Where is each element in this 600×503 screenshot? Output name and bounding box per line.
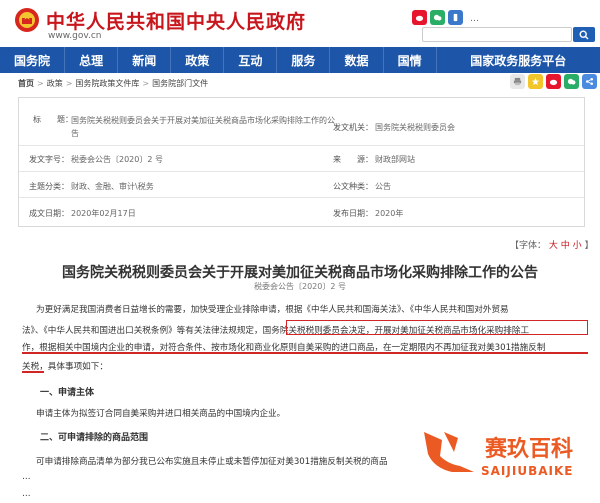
breadcrumb-separator: > bbox=[65, 79, 73, 88]
breadcrumb-policy[interactable]: 政策 bbox=[47, 78, 63, 89]
source-value: 财政部网站 bbox=[375, 155, 415, 164]
pubdate-value: 2020年 bbox=[375, 209, 404, 218]
font-size-switch: 【字体： 大 中 小 】 bbox=[510, 238, 594, 251]
paragraph-line: … bbox=[22, 472, 31, 482]
pubdate-label: 发布日期： bbox=[333, 209, 373, 218]
breadcrumb: 首页 > 政策 > 国务院政策文件库 > 国务院部门文件 bbox=[18, 78, 208, 89]
paragraph-line: 为更好满足我国消费者日益增长的需要，加快受理企业排除申请，根据《中华人民共和国海… bbox=[36, 305, 509, 315]
info-row-date: 成文日期： 2020年02月17日 发布日期： 2020年 bbox=[19, 198, 584, 226]
paragraph-line: … bbox=[22, 489, 31, 499]
header-links[interactable]: … bbox=[470, 14, 479, 24]
nav-item-fuwu[interactable]: 服务 bbox=[277, 47, 331, 73]
nav-item-zongli[interactable]: 总理 bbox=[65, 47, 119, 73]
title-value: 国务院关税税则委员会关于开展对美加征关税商品市场化采购排除工作的公告 bbox=[71, 116, 335, 138]
breadcrumb-separator: > bbox=[142, 79, 150, 88]
nav-item-zhengce[interactable]: 政策 bbox=[171, 47, 225, 73]
nav-item-xinwen[interactable]: 新闻 bbox=[118, 47, 172, 73]
article-title: 国务院关税税则委员会关于开展对美加征关税商品市场化采购排除工作的公告 bbox=[62, 265, 538, 281]
source-label: 来 源： bbox=[333, 155, 373, 164]
type-label: 公文种类： bbox=[333, 182, 373, 191]
breadcrumb-share-icons bbox=[510, 74, 597, 89]
share-icon[interactable] bbox=[582, 74, 597, 89]
title-label: 标 题： bbox=[33, 115, 73, 124]
font-size-large[interactable]: 大 bbox=[549, 241, 558, 251]
nav-item-service-platform[interactable]: 国家政务服务平台 bbox=[437, 47, 600, 73]
watermark-subtext: SAIJIUBAIKE bbox=[481, 464, 574, 478]
article-docno: 税委会公告〔2020〕2 号 bbox=[254, 282, 346, 291]
font-size-label: 【字体： bbox=[510, 241, 547, 251]
highlight-underline bbox=[22, 371, 44, 373]
nav-item-guowuyuan[interactable]: 国务院 bbox=[0, 47, 66, 73]
paragraph-line: 申请主体为拟签订合同自美采购并进口相关商品的中国境内企业。 bbox=[36, 409, 286, 419]
font-size-close: 】 bbox=[584, 241, 594, 251]
site-header: 中华人民共和国中央人民政府 www.gov.cn … bbox=[0, 0, 600, 45]
docno-label: 发文字号： bbox=[29, 155, 69, 164]
nav-item-shuju[interactable]: 数据 bbox=[330, 47, 384, 73]
highlight-box bbox=[286, 320, 588, 335]
date-value: 2020年02月17日 bbox=[71, 209, 136, 218]
font-size-medium[interactable]: 中 bbox=[561, 241, 570, 251]
mobile-icon[interactable] bbox=[448, 10, 463, 25]
breadcrumb-separator: > bbox=[37, 79, 44, 88]
paragraph-text: 法》、《中华人民共和国进出口关税条例》等有关法律法规规定， bbox=[22, 326, 263, 336]
paragraph-text: ，具体事项如下： bbox=[39, 362, 108, 372]
info-row-category: 主题分类： 财政、金融、审计\税务 公文种类： 公告 bbox=[19, 172, 584, 198]
info-row-docno: 发文字号： 税委会公告〔2020〕2 号 来 源： 财政部网站 bbox=[19, 146, 584, 172]
document-info-table: 标 题： 国务院关税税则委员会关于开展对美加征关税商品市场化采购排除工作的公告 … bbox=[18, 97, 585, 227]
national-emblem-icon bbox=[15, 8, 39, 32]
breadcrumb-library[interactable]: 国务院政策文件库 bbox=[75, 78, 139, 89]
highlight-underline bbox=[22, 352, 588, 354]
main-nav: 国务院 总理 新闻 政策 互动 服务 数据 国情 国家政务服务平台 bbox=[0, 47, 600, 73]
category-value: 财政、金融、审计\税务 bbox=[71, 182, 154, 191]
section-heading: 二、可申请排除的商品范围 bbox=[40, 433, 149, 443]
qzone-share-icon[interactable] bbox=[528, 74, 543, 89]
paragraph-line: 可申请排除商品清单为部分我已公布实施且未停止或未暂停加征对美301措施反制关税的… bbox=[36, 457, 388, 467]
weibo-share-icon[interactable] bbox=[546, 74, 561, 89]
site-url: www.gov.cn bbox=[48, 31, 102, 41]
breadcrumb-dept[interactable]: 国务院部门文件 bbox=[152, 78, 208, 89]
nav-item-hudong[interactable]: 互动 bbox=[224, 47, 278, 73]
wechat-share-icon[interactable] bbox=[564, 74, 579, 89]
print-icon[interactable] bbox=[510, 74, 525, 89]
section-heading: 一、申请主体 bbox=[40, 388, 95, 398]
issuer-label: 发文机关： bbox=[333, 123, 373, 132]
issuer-value: 国务院关税税则委员会 bbox=[375, 123, 455, 132]
info-row-title: 标 题： 国务院关税税则委员会关于开展对美加征关税商品市场化采购排除工作的公告 … bbox=[19, 98, 584, 146]
weibo-icon[interactable] bbox=[412, 10, 427, 25]
header-share-icons bbox=[412, 10, 463, 25]
docno-value: 税委会公告〔2020〕2 号 bbox=[71, 155, 163, 164]
date-label: 成文日期： bbox=[29, 209, 69, 218]
watermark-text: 赛玖百科 bbox=[485, 437, 574, 462]
type-value: 公告 bbox=[375, 182, 391, 191]
breadcrumb-home[interactable]: 首页 bbox=[18, 78, 34, 89]
wechat-icon[interactable] bbox=[430, 10, 445, 25]
search-input[interactable] bbox=[422, 27, 572, 42]
search-button[interactable] bbox=[573, 27, 595, 42]
search-icon bbox=[579, 29, 589, 39]
category-label: 主题分类： bbox=[29, 182, 69, 191]
nav-item-guoqing[interactable]: 国情 bbox=[384, 47, 437, 73]
watermark-logo-icon bbox=[424, 432, 474, 472]
site-title[interactable]: 中华人民共和国中央人民政府 bbox=[46, 7, 306, 34]
font-size-small[interactable]: 小 bbox=[573, 241, 582, 251]
